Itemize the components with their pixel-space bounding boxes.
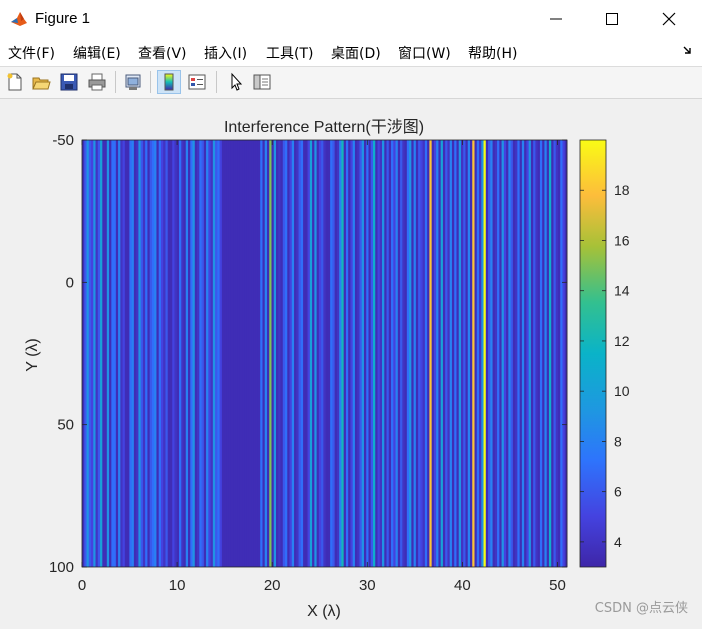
select-pointer-button[interactable] [224,70,248,94]
y-tick-label: 0 [66,274,74,291]
chart-title: Interference Pattern(干涉图) [224,118,424,136]
watermark-text: CSDN @点云侠 [594,601,688,616]
open-file-button[interactable] [29,70,53,94]
x-tick-label: 20 [264,577,281,594]
x-tick-label: 50 [549,577,566,594]
colorbar-tick-label: 14 [614,283,630,299]
colorbar[interactable] [579,139,607,568]
toolbar-separator [150,71,151,93]
minimize-icon [550,18,562,20]
menu-file[interactable]: 文件(F) [8,43,55,63]
menu-view[interactable]: 查看(V) [138,43,187,63]
link-plot-icon [125,74,141,90]
maximize-button[interactable] [583,0,641,38]
menu-edit[interactable]: 编辑(E) [73,43,121,63]
x-axis-label: X (λ) [307,603,341,620]
new-figure-icon [7,73,22,91]
close-button[interactable] [640,0,698,38]
figure-canvas: Interference Pattern(干涉图) 0 10 20 30 40 50 -5… [0,99,702,624]
link-plot-button[interactable] [121,70,145,94]
figure-toolbar [0,67,702,99]
menu-insert[interactable]: 插入(I) [204,43,247,63]
toolbar-separator [216,71,217,93]
colorbar-tick-label: 16 [614,232,630,248]
y-tick-label: 50 [57,417,74,434]
colorbar-tick-label: 10 [614,383,630,399]
menu-window[interactable]: 窗口(W) [398,43,451,63]
property-editor-icon [253,74,271,90]
colorbar-tick-label: 6 [614,484,622,500]
toggle-colorbar-button[interactable] [157,70,181,94]
close-icon [662,12,676,26]
x-tick-label: 10 [169,577,186,594]
y-tick-label: 100 [49,559,74,576]
minimize-button[interactable] [527,0,585,38]
menu-desktop[interactable]: 桌面(D) [331,43,381,63]
colorbar-tick-label: 8 [614,433,622,449]
colorbar-tick-label: 18 [614,182,630,198]
matlab-logo-icon [9,9,29,29]
new-figure-button[interactable] [3,70,27,94]
dock-arrow-icon[interactable] [682,44,694,56]
menu-help[interactable]: 帮助(H) [468,43,517,63]
interference-heatmap-chart[interactable]: Interference Pattern(干涉图) 0 10 20 30 40 50 -5… [0,99,702,624]
colorbar-tick-label: 12 [614,333,630,349]
y-axis-label: Y (λ) [24,338,41,371]
open-file-icon [32,77,51,90]
print-button[interactable] [85,70,109,94]
heatmap-cells [82,140,568,567]
x-tick-label: 40 [454,577,471,594]
menu-bar: 文件(F) 编辑(E) 查看(V) 插入(I) 工具(T) 桌面(D) 窗口(W… [0,38,702,67]
property-editor-button[interactable] [250,70,274,94]
colorbar-tick-label: 4 [614,534,622,550]
menu-tools[interactable]: 工具(T) [266,43,313,63]
y-tick-label: -50 [52,132,74,149]
select-pointer-icon [231,72,243,91]
title-bar: Figure 1 [0,0,702,38]
print-icon [88,73,106,91]
window-title: Figure 1 [35,10,91,27]
insert-legend-button[interactable] [185,70,209,94]
x-tick-label: 0 [78,577,86,594]
toggle-colorbar-icon [164,73,174,91]
x-tick-label: 30 [359,577,376,594]
toolbar-separator [115,71,116,93]
save-icon [60,73,78,91]
save-button[interactable] [57,70,81,94]
insert-legend-icon [188,74,206,90]
maximize-icon [606,13,618,25]
